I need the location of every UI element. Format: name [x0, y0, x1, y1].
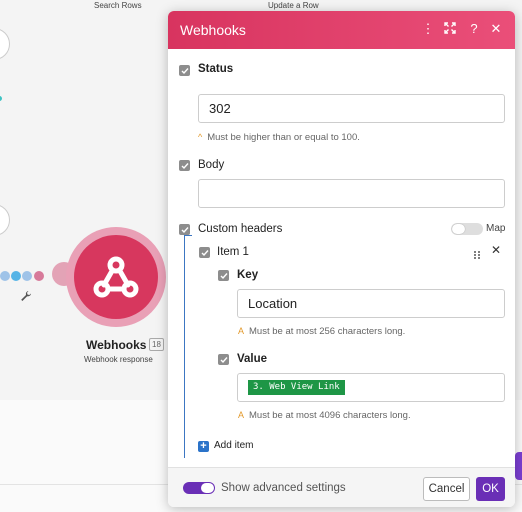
item-tree-line	[184, 235, 185, 458]
route-dot[interactable]	[34, 271, 44, 281]
map-toggle[interactable]	[451, 223, 483, 235]
module-name: Webhooks	[86, 338, 147, 352]
status-input[interactable]: 302	[198, 94, 505, 123]
key-checkbox[interactable]	[218, 270, 229, 281]
help-icon[interactable]: ?	[466, 21, 482, 37]
kebab-icon[interactable]: ⋮	[420, 21, 436, 37]
warning-icon: A	[238, 410, 245, 420]
value-label: Value	[237, 353, 268, 365]
search-rows-module-label: Search Rows	[94, 1, 142, 10]
warning-icon: A	[238, 326, 245, 336]
value-input[interactable]: 3. Web View Link	[237, 373, 505, 402]
value-checkbox[interactable]	[218, 354, 229, 365]
dialog-header: Webhooks ⋮ ? ✕	[168, 11, 515, 49]
route-dot[interactable]	[11, 271, 21, 281]
value-hint: A Must be at most 4096 characters long.	[238, 410, 411, 421]
item-label: Item 1	[217, 246, 249, 258]
expand-icon[interactable]	[442, 21, 458, 37]
body-label: Body	[198, 159, 225, 171]
key-label: Key	[237, 269, 259, 281]
route-dot[interactable]	[0, 271, 10, 281]
add-item-icon[interactable]: +	[198, 441, 209, 452]
remove-item-icon[interactable]: ✕	[491, 243, 501, 257]
status-checkbox[interactable]	[179, 65, 190, 76]
dialog-footer: Show advanced settings Cancel OK	[168, 467, 515, 507]
custom-headers-checkbox[interactable]	[179, 224, 190, 235]
key-hint: A Must be at most 256 characters long.	[238, 326, 406, 337]
mapped-value-token[interactable]: 3. Web View Link	[248, 380, 345, 396]
status-hint: ^ Must be higher than or equal to 100.	[198, 132, 360, 143]
status-label: Status	[198, 63, 234, 75]
drag-handle-icon[interactable]	[473, 247, 481, 265]
dialog-body: Status 302 ^ Must be higher than or equal…	[168, 49, 515, 467]
map-label: Map	[486, 223, 506, 234]
module-settings-dialog: Webhooks ⋮ ? ✕ Status 302 ^ Must be highe…	[168, 11, 515, 507]
custom-headers-label: Custom headers	[198, 223, 283, 235]
key-input[interactable]: Location	[237, 289, 505, 318]
add-item-button[interactable]: Add item	[214, 440, 253, 451]
body-input[interactable]	[198, 179, 505, 208]
connector-dot	[0, 96, 2, 101]
module-stub-top[interactable]	[0, 28, 10, 60]
update-row-module-label: Update a Row	[268, 1, 319, 10]
item-tree-branch	[184, 235, 192, 236]
item-checkbox[interactable]	[199, 247, 210, 258]
webhook-icon[interactable]	[74, 235, 158, 319]
close-icon[interactable]: ✕	[488, 21, 504, 37]
module-stub-middle[interactable]	[0, 204, 10, 236]
advanced-settings-toggle[interactable]	[183, 482, 215, 494]
route-dot[interactable]	[22, 271, 32, 281]
body-checkbox[interactable]	[179, 160, 190, 171]
wrench-icon[interactable]	[20, 290, 32, 305]
module-number-badge: 18	[149, 338, 164, 351]
cancel-button[interactable]: Cancel	[423, 477, 470, 501]
module-subtitle: Webhook response	[84, 355, 153, 364]
caret-up-icon: ^	[198, 132, 203, 142]
ok-button[interactable]: OK	[476, 477, 505, 501]
advanced-settings-label[interactable]: Show advanced settings	[221, 482, 346, 494]
partial-button-edge[interactable]	[515, 452, 522, 480]
dialog-title: Webhooks	[180, 22, 246, 38]
